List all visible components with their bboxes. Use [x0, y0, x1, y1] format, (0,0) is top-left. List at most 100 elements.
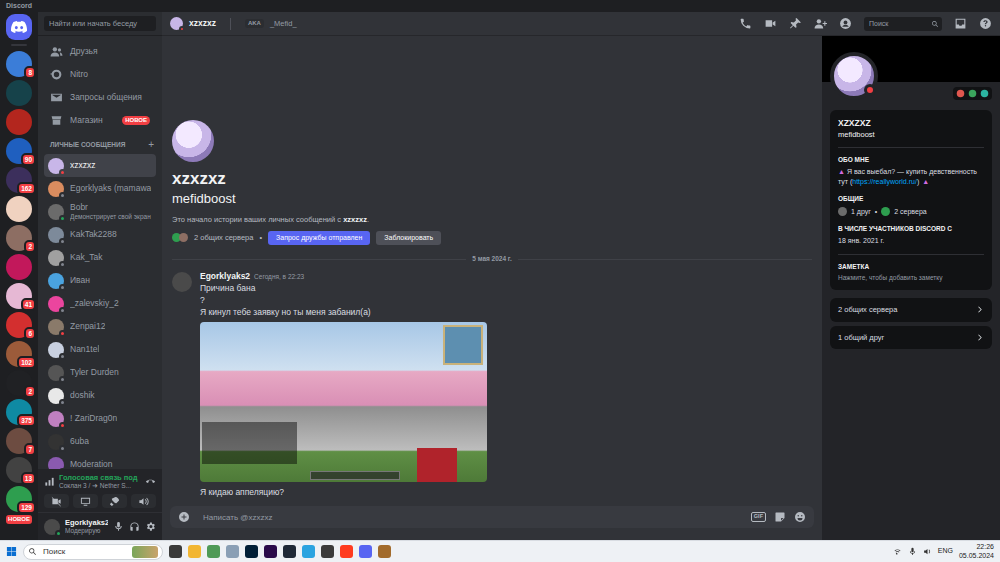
mutual-servers[interactable]: 2 общих сервера [194, 233, 253, 242]
nav-item[interactable]: Друзья [44, 40, 156, 63]
add-dm-button[interactable]: + [148, 140, 154, 150]
server-icon[interactable] [6, 196, 32, 222]
taskbar-app-icon[interactable] [321, 545, 334, 558]
server-item[interactable]: 13 [6, 457, 32, 483]
profile-row[interactable]: 2 общих сервера [830, 298, 992, 321]
disconnect-icon[interactable] [145, 476, 156, 487]
friend-request-button[interactable]: Запрос дружбы отправлен [268, 231, 370, 245]
microphone-icon[interactable] [908, 547, 917, 556]
dm-item[interactable]: Tyler Durden [44, 361, 156, 384]
taskbar-app-icon[interactable] [245, 545, 258, 558]
video-icon[interactable] [764, 17, 777, 30]
language[interactable]: ENG [938, 547, 953, 556]
help-icon[interactable] [979, 17, 992, 30]
search-field[interactable] [864, 17, 942, 31]
server-item[interactable]: 41 [6, 283, 32, 309]
emoji-icon[interactable] [794, 511, 806, 523]
server-icon[interactable] [6, 80, 32, 106]
dm-item[interactable]: _zalevskiy_2 [44, 292, 156, 315]
server-item[interactable]: 90 [6, 138, 32, 164]
taskbar-app-icon[interactable] [340, 545, 353, 558]
dm-item[interactable]: Kak_Tak [44, 246, 156, 269]
nav-item[interactable]: Запросы общения [44, 86, 156, 109]
voice-button[interactable] [44, 494, 69, 508]
note-field[interactable]: Нажмите, чтобы добавить заметку [838, 274, 984, 282]
speaker-icon[interactable] [923, 547, 932, 556]
sticker-icon[interactable] [774, 511, 786, 523]
dm-item[interactable]: ! ZariDrag0n [44, 407, 156, 430]
taskbar-app-icon[interactable] [283, 545, 296, 558]
server-item[interactable]: 102 [6, 341, 32, 367]
attached-image[interactable] [200, 322, 487, 482]
badge-icon[interactable] [980, 89, 989, 98]
inbox-icon[interactable] [954, 17, 967, 30]
mutual-friends[interactable]: 1 друг [851, 207, 871, 217]
dm-item[interactable]: Zenpai12 [44, 315, 156, 338]
author-name[interactable]: Egorklyaks2 [200, 271, 250, 281]
dm-item[interactable]: KakTak2288 [44, 223, 156, 246]
mutual-servers[interactable]: 2 сервера [894, 207, 926, 217]
wifi-icon[interactable] [893, 547, 902, 556]
server-icon[interactable] [6, 109, 32, 135]
search-field[interactable] [44, 16, 156, 31]
bio-link[interactable]: https://reallyworld.ru/ [852, 178, 917, 185]
badge-icon[interactable] [968, 89, 977, 98]
server-item[interactable]: 6 [6, 312, 32, 338]
gif-button[interactable]: GIF [751, 512, 766, 522]
profile-avatar[interactable] [830, 52, 878, 100]
server-item[interactable]: 2 [6, 225, 32, 251]
dm-item[interactable]: xzxzxz [44, 154, 156, 177]
server-item[interactable] [6, 196, 32, 222]
taskbar-app-icon[interactable] [169, 545, 182, 558]
windows-start-icon[interactable] [6, 546, 17, 557]
server-item[interactable] [6, 80, 32, 106]
nav-item[interactable]: МагазинНОВОЕ [44, 109, 156, 132]
voice-button[interactable] [102, 494, 127, 508]
pin-icon[interactable] [789, 17, 802, 30]
voice-button[interactable] [131, 494, 156, 508]
dm-item[interactable]: BobrДемонстрирует свой экран [44, 200, 156, 223]
taskbar-app-icon[interactable] [264, 545, 277, 558]
dm-item[interactable]: 6uba [44, 430, 156, 453]
taskbar-app-icon[interactable] [188, 545, 201, 558]
voice-button[interactable] [73, 494, 98, 508]
nav-item[interactable]: Nitro [44, 63, 156, 86]
taskbar-app-icon[interactable] [207, 545, 220, 558]
message-field[interactable] [198, 507, 743, 527]
author-avatar[interactable] [172, 272, 192, 292]
server-item[interactable]: 8 [6, 51, 32, 77]
headphones-icon[interactable] [129, 521, 140, 532]
taskbar-app-icon[interactable] [378, 545, 391, 558]
badge-icon[interactable] [956, 89, 965, 98]
profile-avatar[interactable] [172, 120, 214, 162]
clock[interactable]: 22:2605.05.2024 [959, 543, 994, 560]
dm-item[interactable]: doshik [44, 384, 156, 407]
taskbar-app-icon[interactable] [359, 545, 372, 558]
microphone-icon[interactable] [113, 521, 124, 532]
server-item[interactable]: 375 [6, 399, 32, 425]
user-avatar[interactable] [44, 519, 60, 535]
dm-item[interactable]: Egorklyaks (mamawa [44, 177, 156, 200]
block-button[interactable]: Заблокировать [376, 231, 441, 245]
phone-icon[interactable] [739, 17, 752, 30]
server-item[interactable] [6, 109, 32, 135]
server-item[interactable] [6, 254, 32, 280]
server-item[interactable]: 2 [6, 370, 32, 396]
server-item[interactable]: 162 [6, 167, 32, 193]
profile-row[interactable]: 1 общий друг [830, 326, 992, 349]
dm-item[interactable]: Иван [44, 269, 156, 292]
profile-icon[interactable] [839, 17, 852, 30]
taskbar-app-icon[interactable] [302, 545, 315, 558]
voice-channel[interactable]: Соклан 3 / ➜ Nether S... [59, 482, 141, 490]
dm-item[interactable]: Nan1tel [44, 338, 156, 361]
gear-icon[interactable] [145, 521, 156, 532]
plus-icon[interactable] [178, 511, 190, 523]
server-item[interactable]: 7 [6, 428, 32, 454]
server-item[interactable]: 129 [6, 486, 32, 512]
taskbar-app-icon[interactable] [226, 545, 239, 558]
add-friend-icon[interactable] [814, 17, 827, 30]
home-discord-icon[interactable] [6, 14, 32, 40]
server-icon[interactable] [6, 254, 32, 280]
dm-item[interactable]: Moderation [44, 453, 156, 469]
search-field[interactable] [41, 545, 128, 559]
